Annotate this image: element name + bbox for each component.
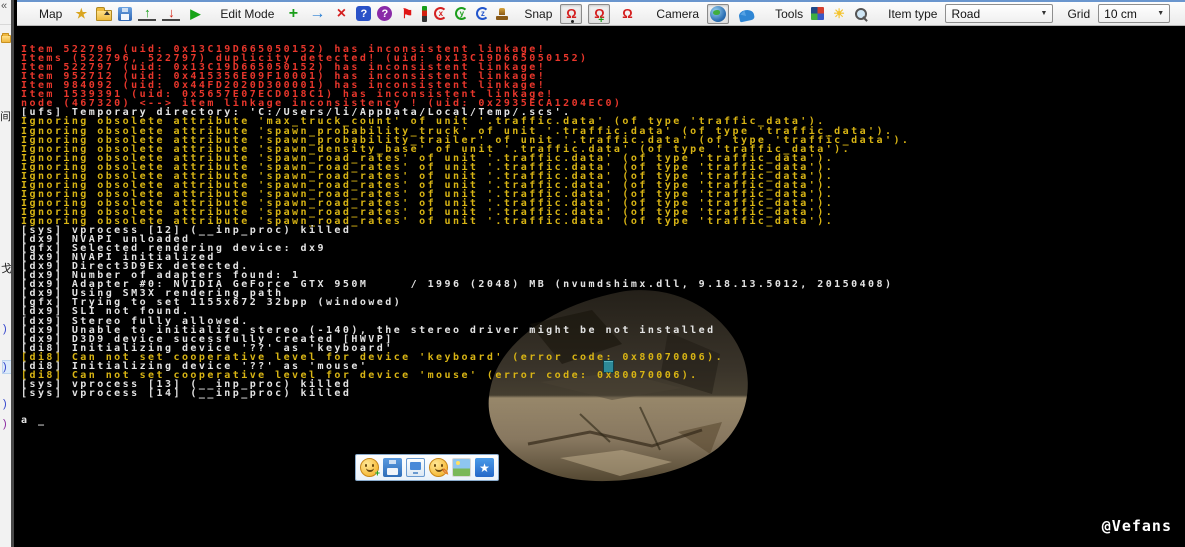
background-window-fragment: ) (3, 398, 7, 410)
magnet-free-icon: Ω (622, 7, 632, 20)
item-type-label: Item type (886, 5, 939, 23)
delete-item-icon[interactable]: × (332, 5, 350, 23)
background-window-fragment: 戈 (1, 260, 12, 276)
tiles-icon[interactable] (811, 7, 824, 20)
bird-icon (738, 8, 755, 22)
camera-world-toggle[interactable] (707, 4, 729, 24)
editor-window: Map ★ ↑ ↓ ▶ Edit Mode + → × ? ? ⚑ x y z … (17, 0, 1185, 547)
snap-free-toggle[interactable]: Ω (616, 4, 638, 24)
save-capture-icon[interactable] (383, 458, 402, 477)
grid-select[interactable]: 10 cm ▼ (1098, 4, 1170, 23)
item-type-value: Road (951, 7, 980, 21)
about-icon[interactable]: ? (377, 6, 392, 21)
sun-icon[interactable]: ☀ (830, 5, 848, 23)
flag-icon[interactable]: ⚑ (398, 5, 416, 23)
rotate-z-icon[interactable]: z (475, 6, 490, 21)
magnifier-icon[interactable] (854, 7, 868, 21)
snap-node-toggle[interactable]: Ω (560, 4, 582, 24)
chevron-down-icon: ▼ (1157, 10, 1164, 17)
background-window-fragment: ) (3, 418, 7, 430)
magnet-node-icon: Ω (566, 7, 576, 20)
upload-icon[interactable]: ↑ (138, 6, 156, 21)
console-input-line[interactable]: a _ (21, 416, 910, 425)
menu-edit-mode[interactable]: Edit Mode (216, 5, 278, 23)
viewport-3d[interactable]: Item 522796 (uid: 0x13C19D665050152) has… (17, 26, 1185, 546)
capture-toolbar[interactable]: + ✎ ★ (355, 454, 499, 481)
save-icon[interactable] (118, 7, 132, 21)
background-window-fragment: ) (3, 323, 7, 335)
background-window-fragment: 间的 (0, 108, 14, 124)
rotate-x-icon[interactable]: x (433, 6, 448, 21)
background-window-fragment: 打 (11, 33, 14, 49)
rotate-y-icon[interactable]: y (454, 6, 469, 21)
snap-label: Snap (522, 5, 554, 23)
snap-new-node-toggle[interactable]: Ω (588, 4, 610, 24)
divider (0, 24, 14, 25)
camera-label: Camera (654, 5, 701, 23)
open-folder-icon[interactable] (96, 10, 112, 21)
globe-icon (710, 6, 726, 22)
menu-map[interactable]: Map (35, 5, 66, 23)
console-lines: Item 522796 (uid: 0x13C19D665050152) has… (21, 45, 910, 398)
screen: « 打间的戈)))) Map ★ ↑ ↓ ▶ Edit Mode + → × ?… (0, 0, 1185, 547)
console-line: [sys] vprocess [14] (__inp_proc) killed (21, 389, 910, 398)
stamp-icon[interactable] (496, 8, 508, 20)
ground-snap-icon[interactable] (422, 6, 427, 22)
run-icon[interactable]: ▶ (186, 5, 204, 23)
add-emoticon-icon[interactable]: + (360, 458, 379, 477)
background-window-fragment: ) (3, 361, 14, 373)
favorite-icon[interactable]: ★ (475, 458, 494, 477)
background-window-strip[interactable]: « 打间的戈)))) (0, 0, 14, 547)
editor-toolbar: Map ★ ↑ ↓ ▶ Edit Mode + → × ? ? ⚑ x y z … (17, 2, 1185, 26)
add-item-icon[interactable]: + (284, 5, 302, 23)
star-icon[interactable]: ★ (72, 5, 90, 23)
chevron-down-icon: ▼ (1041, 10, 1048, 17)
doodle-icon[interactable]: ✎ (429, 458, 448, 477)
send-image-icon[interactable] (452, 458, 471, 477)
tools-label: Tools (773, 5, 805, 23)
help-icon[interactable]: ? (356, 6, 371, 21)
camera-fly-toggle[interactable] (735, 4, 757, 24)
folder-icon (1, 35, 11, 43)
grid-value: 10 cm (1104, 7, 1137, 21)
item-type-select[interactable]: Road ▼ (945, 4, 1053, 23)
move-item-icon[interactable]: → (308, 5, 326, 23)
collapse-chevron-icon: « (1, 0, 7, 12)
magnet-new-node-icon: Ω (594, 7, 604, 20)
watermark: @Vefans (1102, 517, 1172, 535)
screen-capture-icon[interactable] (406, 458, 425, 477)
grid-label: Grid (1065, 5, 1092, 23)
console-log: Item 522796 (uid: 0x13C19D665050152) has… (21, 27, 910, 443)
download-icon[interactable]: ↓ (162, 6, 180, 21)
